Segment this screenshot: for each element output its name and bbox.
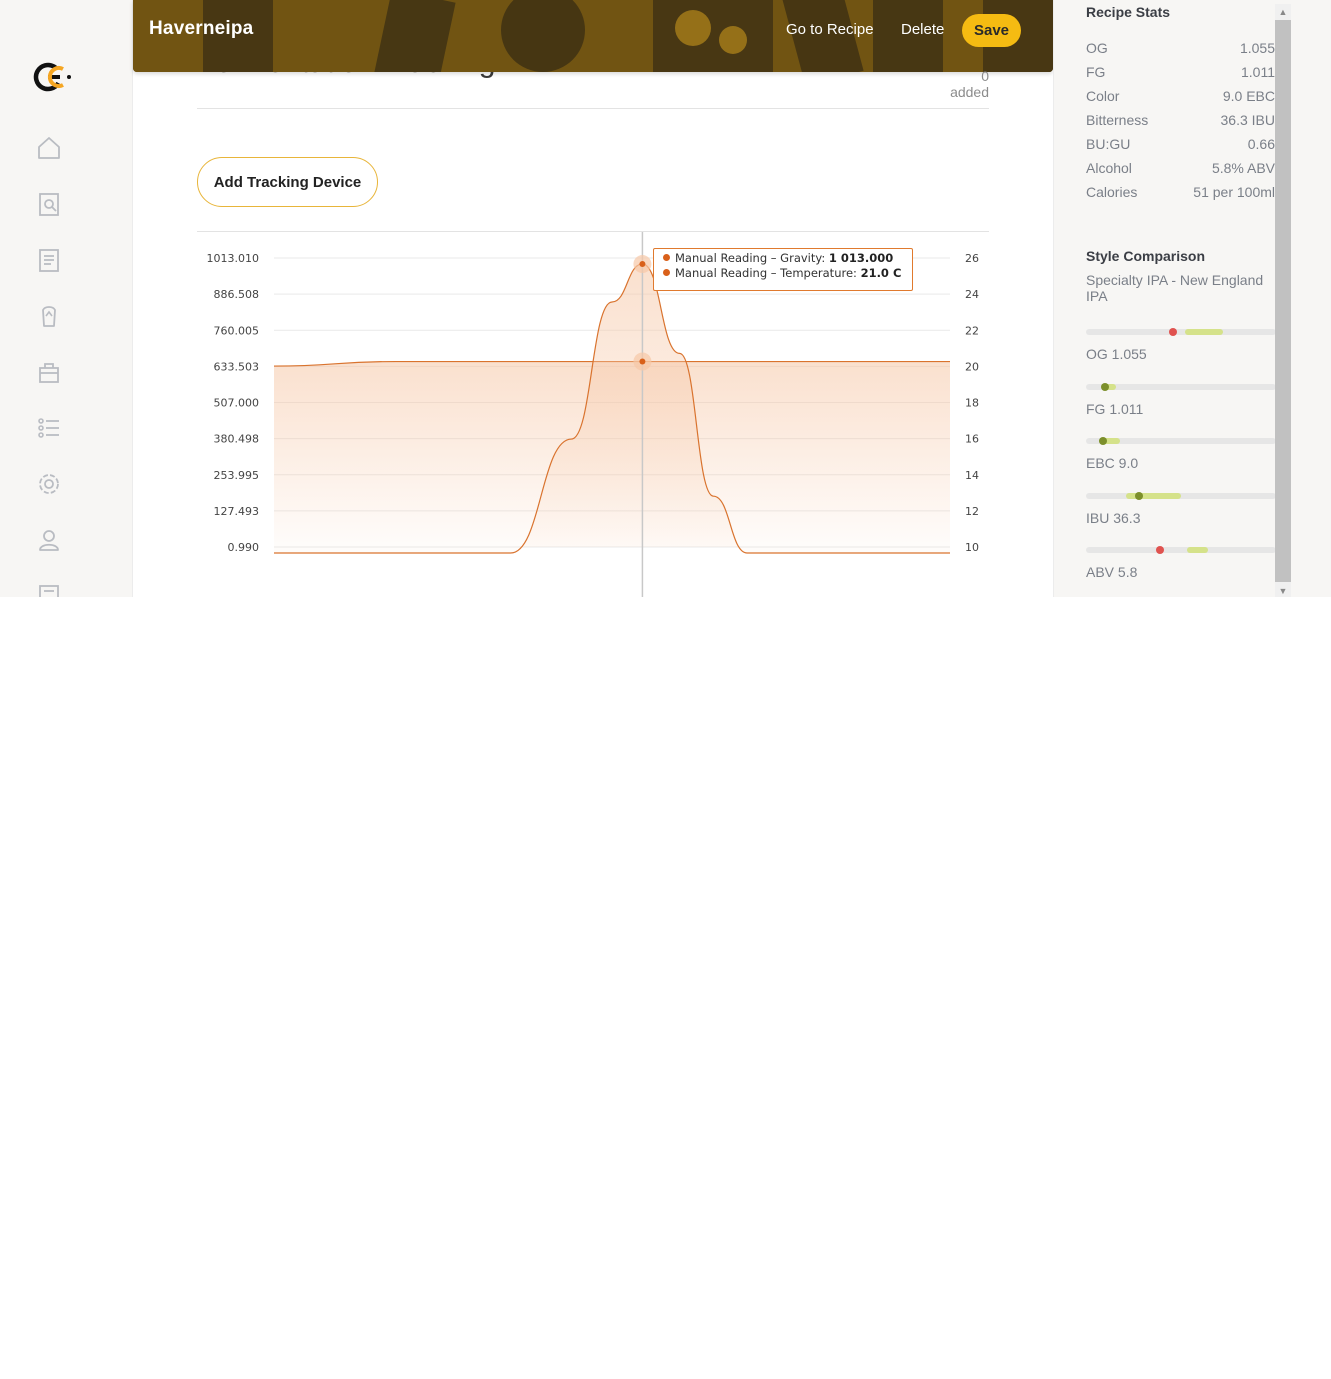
tooltip-gravity-value: 1 013.000 <box>828 251 894 265</box>
style-range-fill <box>1186 547 1208 553</box>
delete-button[interactable]: Delete <box>901 21 944 38</box>
recipe-stats-title: Recipe Stats <box>1086 4 1171 20</box>
tooltip-row-temperature: Manual Reading – Temperature: 21.0 C <box>663 266 901 280</box>
right-axis-tick: 14 <box>965 469 979 482</box>
profile-icon <box>39 530 59 551</box>
nav-profile[interactable] <box>33 524 65 556</box>
tracking-count: 0 added <box>950 68 989 100</box>
scroll-down-icon[interactable]: ▼ <box>1275 583 1291 597</box>
stat-value: 0.66 <box>1247 136 1275 152</box>
tooltip-gravity-label: Manual Reading – Gravity: <box>675 251 826 265</box>
style-bar-label: EBC 9.0 <box>1086 455 1139 471</box>
main-content: Fermentation Tracking Haverneipa Go to R… <box>133 0 1053 597</box>
left-axis-tick: 1013.010 <box>207 252 260 265</box>
right-axis-tick: 26 <box>965 252 979 265</box>
stat-label: Alcohol <box>1086 160 1132 176</box>
add-tracking-device-button[interactable]: Add Tracking Device <box>197 157 378 207</box>
style-value-marker <box>1101 382 1109 391</box>
nav-recipes[interactable] <box>33 244 65 276</box>
left-axis-tick: 886.508 <box>214 288 260 301</box>
style-name: Specialty IPA - New England IPA <box>1086 272 1264 304</box>
stat-value: 1.055 <box>1239 40 1275 56</box>
right-axis-tick: 20 <box>965 360 979 373</box>
brand-logo[interactable] <box>33 62 75 92</box>
settings-icon <box>39 474 59 494</box>
stat-value: 51 per 100ml <box>1193 184 1275 200</box>
style-range-bar <box>1086 546 1276 554</box>
scroll-up-icon[interactable]: ▲ <box>1275 4 1291 20</box>
gravity-marker-icon <box>663 254 670 261</box>
stat-label: Bitterness <box>1086 112 1149 128</box>
nav-home[interactable] <box>33 132 65 164</box>
tooltip-temperature-label: Manual Reading – Temperature: <box>675 266 857 280</box>
stat-label: BU:GU <box>1086 136 1131 152</box>
equipment-icon <box>39 363 59 383</box>
style-range-bar <box>1086 437 1276 445</box>
stat-value: 9.0 EBC <box>1222 88 1275 104</box>
style-bar-label: FG 1.011 <box>1086 400 1144 417</box>
stat-value: 5.8% ABV <box>1211 160 1275 176</box>
left-axis-tick: 760.005 <box>214 324 260 337</box>
nav-equipment[interactable] <box>33 356 65 388</box>
style-value-marker <box>1135 491 1144 500</box>
fermentation-chart-svg: 1013.010 886.508 760.005 633.503 507.000 380.… <box>207 232 979 597</box>
nav-settings[interactable] <box>33 468 65 500</box>
stat-value: 36.3 IBU <box>1220 112 1275 128</box>
left-axis-tick: 127.493 <box>214 505 260 518</box>
right-axis-tick: 22 <box>965 324 979 337</box>
nav-document[interactable] <box>33 578 65 597</box>
chart-tooltip: Manual Reading – Gravity: 1 013.000 Manu… <box>653 248 913 291</box>
style-value-marker <box>1156 546 1165 554</box>
section-divider <box>197 108 989 109</box>
recipes-list-icon <box>39 249 59 272</box>
right-axis-tick: 12 <box>965 505 979 518</box>
nav-lists[interactable] <box>33 412 65 444</box>
recipe-title: Haverneipa <box>149 18 254 39</box>
stat-label: Calories <box>1086 184 1138 200</box>
nav-ingredients[interactable] <box>33 300 65 332</box>
style-range-fill <box>1125 492 1181 499</box>
home-icon <box>38 137 60 159</box>
left-axis-tick: 507.000 <box>214 397 260 410</box>
right-axis-tick: 24 <box>965 288 979 301</box>
left-axis-tick: 633.503 <box>214 360 260 373</box>
gravity-point <box>639 261 646 268</box>
style-range-fill <box>1184 329 1223 335</box>
style-range-bar <box>1086 491 1276 500</box>
style-range-bar <box>1086 328 1276 336</box>
go-to-recipe-link[interactable]: Go to Recipe <box>786 21 874 38</box>
sidebar-scrollbar-thumb[interactable] <box>1275 20 1291 582</box>
recipe-search-icon <box>39 193 59 216</box>
ingredients-icon <box>42 306 56 327</box>
style-bar-label: IBU 36.3 <box>1086 509 1141 526</box>
app-viewport: Fermentation Tracking Haverneipa Go to R… <box>0 0 1331 597</box>
right-axis-tick: 10 <box>965 541 979 554</box>
temperature-point <box>639 358 646 365</box>
left-axis-tick: 380.498 <box>214 433 260 446</box>
fermentation-chart[interactable]: 1013.010 886.508 760.005 633.503 507.000 380.… <box>133 232 1053 597</box>
right-axis-tick: 18 <box>965 397 979 410</box>
right-axis-tick: 16 <box>965 433 979 446</box>
stat-label: Color <box>1086 88 1120 104</box>
stat-label: OG <box>1086 40 1108 56</box>
style-bar-label: OG 1.055 <box>1086 346 1147 362</box>
style-comparison-title: Style Comparison <box>1086 248 1206 264</box>
left-axis-tick: 0.990 <box>228 541 260 554</box>
left-axis-tick: 253.995 <box>214 469 260 482</box>
style-range-bar <box>1086 382 1276 391</box>
tooltip-row-gravity: Manual Reading – Gravity: 1 013.000 <box>663 251 893 265</box>
recipe-header-banner: Haverneipa Go to Recipe Delete Save <box>133 0 1053 72</box>
nav-recipe-search[interactable] <box>33 188 65 220</box>
style-bar-label: ABV 5.8 <box>1086 564 1138 580</box>
lists-icon <box>38 418 59 438</box>
temperature-marker-icon <box>663 269 670 276</box>
stat-label: FG <box>1086 64 1106 80</box>
stat-value: 1.011 <box>1241 64 1275 80</box>
left-navigation <box>0 0 133 597</box>
save-button[interactable]: Save <box>962 14 1021 47</box>
style-value-marker <box>1169 328 1178 336</box>
tooltip-temperature-value: 21.0 C <box>860 266 902 280</box>
document-icon <box>39 585 59 597</box>
